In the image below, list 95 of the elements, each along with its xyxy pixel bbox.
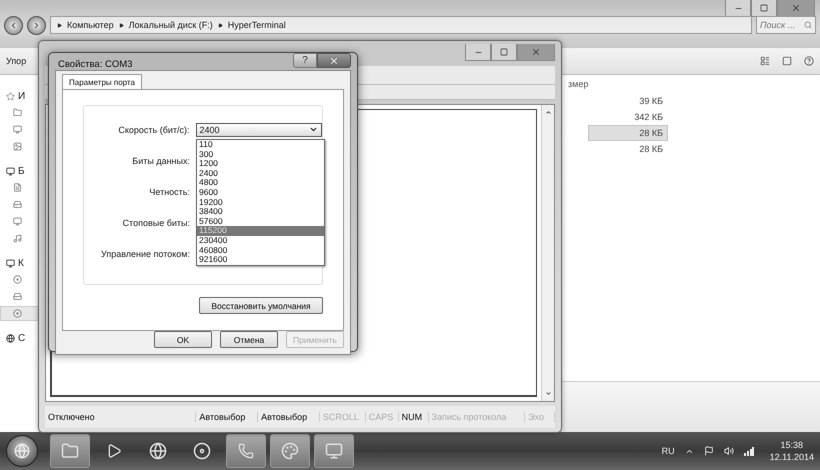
- scrollbar[interactable]: [541, 105, 554, 401]
- field-label: Биты данных:: [131, 156, 190, 166]
- breadcrumb[interactable]: Компьютер: [67, 20, 114, 30]
- breadcrumb-arrow-icon: [57, 22, 62, 28]
- clock-date: 12.11.2014: [770, 452, 814, 462]
- field-label: Скорость (бит/с):: [117, 124, 190, 134]
- dropdown-option[interactable]: 110: [197, 140, 324, 150]
- search-icon: [804, 21, 812, 29]
- disc-icon: [13, 309, 22, 318]
- status-item: Отключено: [45, 412, 196, 422]
- monitor-icon: [13, 125, 22, 134]
- file-size-cell-text: 39 КБ: [638, 95, 664, 108]
- close-icon: [329, 56, 339, 66]
- help-icon[interactable]: [804, 56, 814, 66]
- status-item: Автовыбор: [258, 412, 320, 422]
- file-size-cell-text: 342 КБ: [633, 111, 664, 124]
- address-bar[interactable]: Компьютер Локальный диск (F:) HyperTerminal: [50, 16, 752, 34]
- close-icon: [791, 3, 801, 13]
- field-label: Стоповые биты:: [122, 218, 190, 228]
- breadcrumb[interactable]: Локальный диск (F:): [128, 20, 213, 30]
- scroll-up-icon[interactable]: [544, 109, 552, 116]
- music-note-icon: [13, 234, 22, 243]
- dropdown-option[interactable]: 300: [197, 150, 324, 160]
- dialog-button[interactable]: OK: [154, 331, 212, 348]
- globe-icon: [6, 334, 15, 342]
- nav-item[interactable]: [0, 306, 40, 321]
- dropdown-option[interactable]: 1200: [197, 159, 324, 169]
- field-label: Четность:: [148, 186, 190, 196]
- speaker-icon[interactable]: [724, 446, 734, 456]
- scroll-down-icon[interactable]: [544, 390, 552, 397]
- maximize-button[interactable]: [751, 0, 777, 17]
- status-item: Автовыбор: [196, 412, 258, 422]
- dropdown-option[interactable]: 57600: [197, 216, 324, 226]
- monitor-icon: [6, 258, 15, 268]
- back-icon: [9, 20, 18, 30]
- maximize-button[interactable]: [491, 44, 517, 61]
- search-field[interactable]: Поиск ...: [756, 16, 816, 34]
- disc-icon: [13, 275, 22, 284]
- preview-pane-icon[interactable]: [782, 56, 792, 66]
- close-button[interactable]: [317, 53, 351, 68]
- field-label: Управление потоком:: [100, 248, 190, 258]
- nav-group-label[interactable]: Б: [18, 166, 25, 176]
- status-item: SCROLL: [320, 412, 366, 422]
- close-icon: [531, 47, 541, 57]
- monitor-icon: [13, 217, 22, 226]
- dropdown-option[interactable]: 38400: [197, 207, 324, 217]
- drive-icon: [13, 200, 22, 209]
- status-item: Эхо: [525, 412, 556, 422]
- status-item: CAPS: [366, 412, 399, 422]
- view-icon[interactable]: [760, 56, 770, 66]
- help-button[interactable]: ?: [293, 53, 317, 68]
- organize-menu[interactable]: Упор: [6, 56, 26, 66]
- breadcrumb-arrow-icon: [218, 22, 223, 28]
- forward-icon: [32, 20, 41, 30]
- nav-group-label[interactable]: К: [18, 258, 24, 268]
- document-icon: [13, 183, 22, 192]
- image-icon: [13, 142, 22, 151]
- status-item: NUM: [398, 412, 429, 422]
- star-icon: [6, 92, 15, 100]
- forward-button[interactable]: [27, 16, 46, 34]
- dropdown-option[interactable]: 9600: [197, 188, 324, 198]
- tab[interactable]: Параметры порта: [62, 74, 142, 89]
- dropdown-option[interactable]: 19200: [197, 198, 324, 208]
- dropdown-option[interactable]: 921600: [197, 255, 324, 265]
- monitor-icon: [6, 166, 15, 176]
- nav-group-label[interactable]: И: [18, 90, 26, 102]
- maximize-icon: [500, 48, 508, 56]
- dropdown-option[interactable]: 2400: [197, 168, 324, 178]
- breadcrumb[interactable]: HyperTerminal: [228, 20, 286, 30]
- monitor-taskbar-icon[interactable]: [314, 434, 354, 468]
- restore-defaults-button[interactable]: Восстановить умолчания: [199, 297, 323, 314]
- file-size-cell: 28 КБ: [588, 125, 668, 141]
- breadcrumb-arrow-icon: [118, 22, 124, 28]
- folder-icon: [13, 108, 22, 117]
- speed-dropdown[interactable]: 2400: [196, 122, 322, 136]
- column-header[interactable]: змер: [568, 79, 588, 89]
- palette-taskbar-icon[interactable]: [270, 434, 310, 468]
- status-item: Запись протокола: [428, 412, 526, 422]
- dialog-title: Свойства: COM3: [57, 59, 132, 70]
- globe-icon: [14, 443, 30, 459]
- flag-icon[interactable]: [704, 446, 714, 456]
- start-button[interactable]: [6, 435, 38, 467]
- signal-icon[interactable]: [744, 446, 754, 456]
- caret-icon: [309, 125, 318, 134]
- dropdown-option[interactable]: 230400: [197, 236, 324, 246]
- nav-group-label[interactable]: С: [18, 332, 26, 344]
- dropdown-option[interactable]: 4800: [197, 178, 324, 188]
- drive-icon: [13, 292, 22, 301]
- maximize-icon: [760, 4, 768, 12]
- back-button[interactable]: [4, 16, 23, 34]
- file-size-cell-text: 28 КБ: [638, 143, 664, 156]
- language-indicator[interactable]: RU: [662, 446, 675, 456]
- clock-time: 15:38: [780, 440, 804, 450]
- dialog-button[interactable]: Отмена: [220, 331, 278, 348]
- dropdown-option[interactable]: 460800: [197, 246, 324, 256]
